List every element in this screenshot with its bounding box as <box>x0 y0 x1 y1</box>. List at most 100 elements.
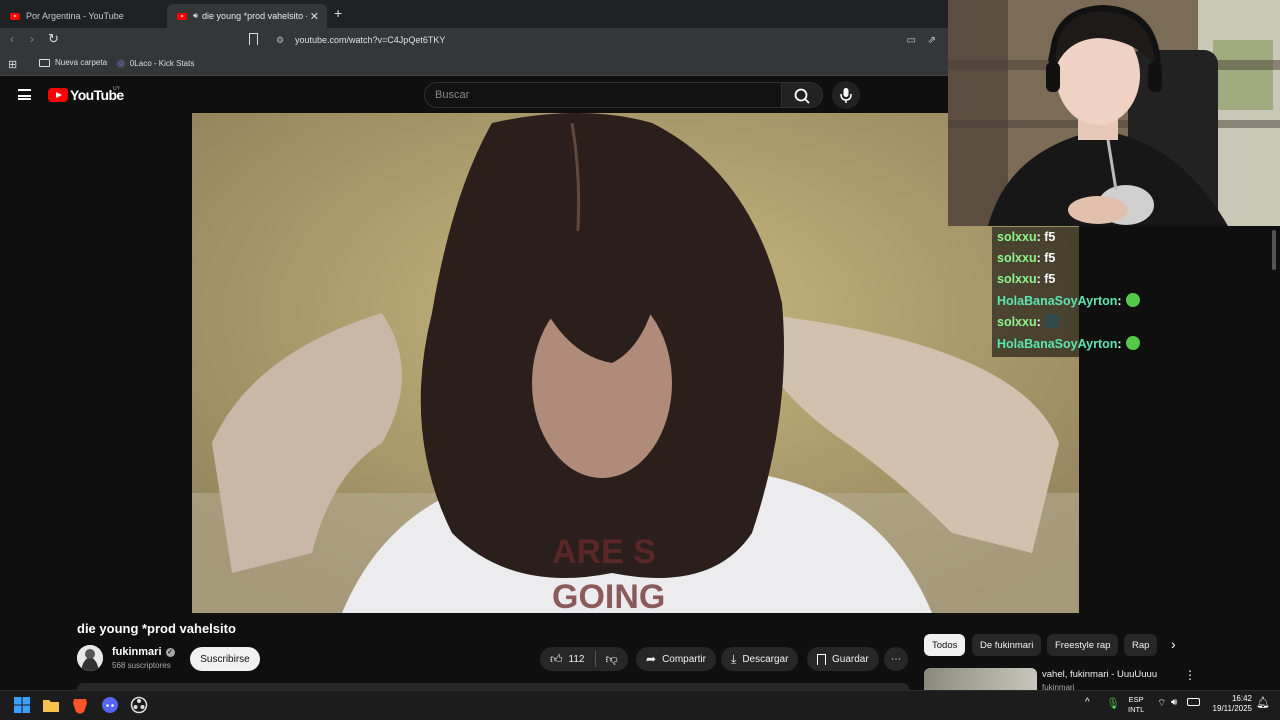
channel-avatar[interactable] <box>77 645 103 671</box>
chat-message: solxxu: f5 <box>997 272 1056 286</box>
wifi-icon[interactable]: ⌔ <box>1157 697 1166 710</box>
green-face-emote-icon <box>1125 336 1140 350</box>
reload-icon[interactable]: ↻ <box>48 31 59 47</box>
obs-icon[interactable] <box>130 696 148 714</box>
youtube-logo-icon[interactable] <box>48 88 68 102</box>
chat-message: HolaBanaSoyAyrton: <box>997 292 1140 310</box>
chat-username: solxxu <box>997 315 1037 329</box>
url-field[interactable]: ⚙ youtube.com/watch?v=C4JpQet6TKY ▭ ⇗ <box>270 30 946 50</box>
file-explorer-icon[interactable] <box>42 696 60 714</box>
svg-text:GOING: GOING <box>552 578 665 613</box>
tray-chevron-up-icon[interactable]: ^ <box>1085 697 1090 708</box>
video-frame: ARE S GOING <box>192 113 1079 613</box>
save-button[interactable]: Guardar <box>807 647 879 671</box>
new-tab-icon[interactable]: + <box>334 5 342 21</box>
brave-browser-icon[interactable] <box>71 696 89 714</box>
page-scrollbar[interactable] <box>1268 226 1280 686</box>
mic-in-use-icon[interactable]: 🎙︎ <box>1106 697 1120 710</box>
site-info-icon[interactable]: ⚙ <box>276 35 284 46</box>
brave-shape <box>73 699 87 714</box>
apps-grid-icon[interactable]: ⊞ <box>8 58 17 71</box>
windows-start-icon[interactable] <box>13 696 31 714</box>
download-icon: ⤓ <box>731 651 737 666</box>
bookmark-kick-stats[interactable]: ◎ 0Laco - Kick Stats <box>117 58 194 69</box>
windows-logo <box>14 697 30 713</box>
thumbs-down-icon: 👎︎ <box>605 651 618 666</box>
chat-username: solxxu <box>997 272 1037 286</box>
share-icon[interactable]: ⇗ <box>928 35 936 46</box>
bookmark-icon[interactable] <box>249 33 258 45</box>
chat-text: f5 <box>1044 272 1056 286</box>
save-label: Guardar <box>832 653 869 665</box>
tab-label: Por Argentina - YouTube <box>26 11 124 21</box>
close-tab-icon[interactable]: ✕ <box>310 10 319 23</box>
chip-freestyle-rap[interactable]: Freestyle rap <box>1047 634 1119 656</box>
search-input[interactable]: Buscar <box>424 82 782 108</box>
recommended-title[interactable]: vahel, fukinmari - UuuUuuu <box>1042 669 1157 680</box>
clock-time: 16:42 <box>1231 694 1252 703</box>
recommended-thumbnail[interactable] <box>924 668 1037 690</box>
folder-shape <box>43 700 59 712</box>
video-player[interactable]: ARE S GOING <box>192 113 1079 613</box>
volume-icon[interactable]: 🔊︎ <box>1171 697 1177 708</box>
chat-username: HolaBanaSoyAyrton <box>997 294 1118 308</box>
more-vertical-icon[interactable]: ⋮ <box>1184 668 1196 682</box>
dark-emote-icon <box>1044 314 1059 328</box>
channel-name-text: fukinmari <box>112 646 162 658</box>
chevron-right-icon[interactable]: › <box>1171 636 1176 652</box>
battery-icon[interactable] <box>1187 698 1200 706</box>
description-box[interactable] <box>77 683 909 690</box>
notification-bell-icon[interactable]: 🔔︎ <box>1256 696 1270 709</box>
keyboard-layout: INTL <box>1128 705 1145 714</box>
svg-text:ARE S: ARE S <box>552 533 656 571</box>
share-label: Compartir <box>662 653 706 665</box>
microphone-icon <box>840 88 852 103</box>
like-button[interactable]: 👍︎ 112 <box>550 652 585 667</box>
dislike-button[interactable]: 👎︎ <box>606 652 618 667</box>
download-button[interactable]: ⤓ Descargar <box>721 647 799 671</box>
thumbs-up-icon: 👍︎ <box>550 651 563 666</box>
url-text: youtube.com/watch?v=C4JpQet6TKY <box>295 35 446 45</box>
like-dislike-group: 👍︎ 112 👎︎ <box>540 647 628 671</box>
webcam-overlay <box>948 0 1280 226</box>
save-bookmark-icon <box>817 653 826 665</box>
more-horizontal-icon: ⋯ <box>891 653 901 665</box>
menu-icon[interactable] <box>18 89 31 100</box>
country-code: UY <box>113 86 120 92</box>
scrollbar-thumb[interactable] <box>1272 230 1276 270</box>
chat-username: solxxu <box>997 251 1037 265</box>
folder-icon <box>39 58 50 67</box>
bookmark-label: Nueva carpeta <box>55 58 108 67</box>
language-code: ESP <box>1128 695 1144 704</box>
back-icon[interactable]: ‹ <box>10 32 14 46</box>
like-count: 112 <box>568 653 585 665</box>
bookmark-nueva-carpeta[interactable]: Nueva carpeta <box>39 58 107 67</box>
tab-por-argentina[interactable]: Por Argentina - YouTube <box>0 4 165 28</box>
chip-de-fukinmari[interactable]: De fukinmari <box>972 634 1042 656</box>
bookmark-label: 0Laco - Kick Stats <box>129 59 195 68</box>
more-actions-button[interactable]: ⋯ <box>884 647 908 671</box>
video-title: die young *prod vahelsito <box>77 621 236 636</box>
kick-stats-icon: ◎ <box>117 58 125 68</box>
speaker-icon: 🔊︎ <box>193 11 199 20</box>
tab-die-young[interactable]: 🔊︎ die young *prod vahelsito - Y ✕ <box>167 4 327 28</box>
search-button[interactable] <box>781 82 823 108</box>
discord-icon[interactable] <box>101 696 119 714</box>
clock-date: 19/11/2025 <box>1212 704 1252 713</box>
chat-message: solxxu: <box>997 313 1059 331</box>
webcam-image <box>948 0 1280 226</box>
keyboard-language[interactable]: ESP INTL <box>1128 695 1144 715</box>
discord-shape <box>102 697 118 713</box>
chip-rap[interactable]: Rap <box>1124 634 1158 656</box>
chip-todos[interactable]: Todos <box>924 634 966 656</box>
obs-shape <box>130 696 148 714</box>
share-button[interactable]: ➦ Compartir <box>636 647 716 671</box>
subscribe-button[interactable]: Suscribirse <box>190 647 260 671</box>
divider <box>594 651 596 667</box>
channel-name[interactable]: fukinmari ✓ <box>112 646 175 658</box>
system-clock[interactable]: 16:42 19/11/2025 <box>1208 694 1252 714</box>
chat-text: f5 <box>1044 251 1056 265</box>
cast-icon[interactable]: ▭ <box>907 35 916 46</box>
forward-icon[interactable]: › <box>30 32 34 46</box>
voice-search-button[interactable] <box>832 81 860 109</box>
